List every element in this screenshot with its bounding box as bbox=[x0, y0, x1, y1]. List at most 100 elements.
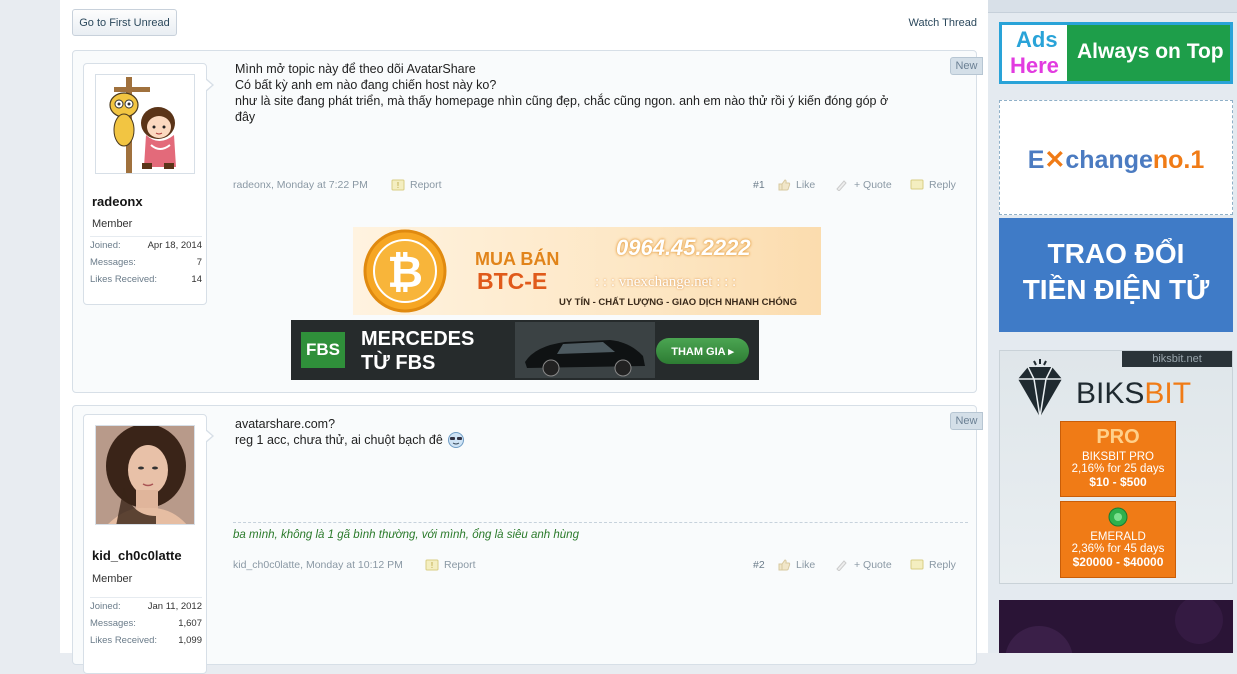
exchange-change: change bbox=[1065, 146, 1153, 174]
quote-link[interactable]: + Quote bbox=[835, 179, 892, 191]
message-line: như là site đang phát triển, mà thấy hom… bbox=[235, 94, 889, 108]
avatar[interactable] bbox=[95, 74, 195, 174]
thumbs-up-icon bbox=[778, 559, 791, 571]
reply-link[interactable]: Reply bbox=[910, 559, 956, 571]
exchange-no1-banner[interactable]: E✕changeno.1 bbox=[999, 100, 1233, 215]
banner-slogan: UY TÍN - CHẤT LƯỢNG - GIAO DỊCH NHANH CH… bbox=[559, 297, 797, 308]
username-link[interactable]: radeonx bbox=[92, 194, 143, 209]
quote-icon bbox=[836, 180, 847, 191]
stat-label: Joined: bbox=[90, 240, 121, 251]
post-number-link[interactable]: #2 bbox=[753, 559, 765, 571]
message-line-with-emoji: reg 1 acc, chưa thử, ai chuột bạch đê bbox=[235, 432, 955, 448]
go-to-first-unread-button[interactable]: Go to First Unread bbox=[72, 9, 177, 36]
like-link[interactable]: Like bbox=[777, 179, 815, 191]
diamond-logo-icon bbox=[1018, 359, 1062, 418]
stat-value: 7 bbox=[196, 257, 202, 268]
post-meta-bar: radeonx, Monday at 7:22 PM ! Report #1 L… bbox=[233, 179, 961, 195]
post-author-date[interactable]: radeonx, Monday at 7:22 PM bbox=[233, 179, 368, 191]
pro-line1: BIKSBIT PRO bbox=[1081, 451, 1154, 463]
reply-label: Reply bbox=[929, 179, 956, 191]
banner-btce: BTC-E bbox=[477, 268, 548, 294]
user-signature: ba mình, không là 1 gã bình thường, với … bbox=[233, 522, 968, 541]
message-line: Có bất kỳ anh em nào đang chiến host này… bbox=[235, 78, 497, 92]
message-line: reg 1 acc, chưa thử, ai chuột bạch đê bbox=[235, 433, 443, 447]
stat-label: Likes Received: bbox=[90, 274, 158, 285]
banner-site: : : : vnexchange.net : : : bbox=[595, 274, 737, 290]
stat-label: Likes Received: bbox=[90, 635, 158, 646]
pro-line3: $10 - $500 bbox=[1089, 475, 1147, 489]
pro-line2: 2,16% for 25 days bbox=[1071, 463, 1165, 475]
vnexchange-banner[interactable]: ₿ MUA BÁN BTC-E 0964.45.2222 : : : vnexc… bbox=[353, 227, 821, 315]
message-body: avatarshare.com? reg 1 acc, chưa thử, ai… bbox=[235, 416, 955, 448]
ads-here-banner[interactable]: Ads Here Always on Top bbox=[999, 22, 1233, 84]
avatar[interactable] bbox=[95, 425, 195, 525]
svg-text:₿: ₿ bbox=[387, 248, 423, 297]
trao-doi-line1: TRAO ĐỔI bbox=[1047, 238, 1185, 269]
sidebar-top-strip bbox=[988, 0, 1237, 13]
avatar-photo-image bbox=[96, 426, 194, 524]
post-author-date[interactable]: kid_ch0c0latte, Monday at 10:12 PM bbox=[233, 559, 403, 571]
stat-label: Messages: bbox=[90, 257, 136, 268]
reply-icon bbox=[910, 559, 924, 570]
username-link[interactable]: kid_ch0c0latte bbox=[92, 548, 182, 563]
biksbit-name-b: BIT bbox=[1144, 377, 1192, 410]
stat-value: 1,607 bbox=[178, 618, 202, 629]
emerald-line3: $20000 - $40000 bbox=[1072, 555, 1164, 569]
bitcoin-watermark-icon bbox=[1005, 600, 1223, 653]
stat-label: Messages: bbox=[90, 618, 136, 629]
userbox-arrow-fill bbox=[205, 430, 212, 442]
post-number-link[interactable]: #1 bbox=[753, 179, 765, 191]
watch-thread-link[interactable]: Watch Thread bbox=[880, 17, 977, 29]
user-title: Member bbox=[92, 573, 133, 585]
quote-label: + Quote bbox=[854, 179, 892, 191]
stat-joined: Joined: Jan 11, 2012 bbox=[90, 598, 202, 615]
user-info-box: kid_ch0c0latte Member Joined: Jan 11, 201… bbox=[83, 414, 214, 674]
like-label: Like bbox=[796, 559, 816, 571]
ads-text: Ads bbox=[1016, 27, 1058, 52]
report-label: Report bbox=[444, 559, 476, 571]
fbs-cta-button[interactable]: THAM GIA ▸ bbox=[656, 338, 749, 364]
report-icon: ! bbox=[425, 559, 439, 571]
banner-phone: 0964.45.2222 bbox=[616, 235, 751, 260]
biksbit-name: BIKSBIT bbox=[1076, 377, 1191, 411]
stat-value: Jan 11, 2012 bbox=[147, 601, 202, 612]
car-image bbox=[515, 322, 655, 378]
like-label: Like bbox=[796, 179, 816, 191]
stat-messages: Messages: 7 bbox=[90, 254, 202, 271]
like-link[interactable]: Like bbox=[777, 559, 815, 571]
emerald-gem-icon bbox=[1108, 507, 1128, 527]
fbs-line2: TỪ FBS bbox=[361, 352, 436, 374]
quote-label: + Quote bbox=[854, 559, 892, 571]
fbs-line1: MERCEDES bbox=[361, 328, 475, 350]
post-2: New kid_ch0c0latte Member Joined: Jan 11,… bbox=[72, 405, 983, 674]
biksbit-banner[interactable]: biksbit.net BIKSBIT PRO BIKSBIT PRO 2,16… bbox=[999, 350, 1233, 584]
biksbit-pro-plan: PRO BIKSBIT PRO 2,16% for 25 days $10 - … bbox=[1060, 421, 1176, 497]
stat-label: Joined: bbox=[90, 601, 121, 612]
userbox-arrow-fill bbox=[205, 79, 212, 91]
stat-likes: Likes Received: 14 bbox=[90, 271, 202, 288]
message-line: avatarshare.com? bbox=[235, 417, 336, 431]
exchange-e: E bbox=[1027, 146, 1045, 174]
message-line: đây bbox=[235, 110, 256, 124]
report-link[interactable]: ! Report bbox=[391, 179, 442, 191]
report-link[interactable]: ! Report bbox=[425, 559, 476, 571]
reply-link[interactable]: Reply bbox=[910, 179, 956, 191]
stat-joined: Joined: Apr 18, 2014 bbox=[90, 237, 202, 254]
user-stats: Joined: Apr 18, 2014 Messages: 7 Likes Rec… bbox=[90, 236, 202, 288]
stat-likes: Likes Received: 1,099 bbox=[90, 632, 202, 649]
crypto-banner-partial[interactable] bbox=[999, 600, 1233, 653]
fbs-mercedes-banner[interactable]: FBS MERCEDES TỪ FBS THAM GIA ▸ bbox=[291, 320, 759, 380]
reply-icon bbox=[910, 179, 924, 190]
quote-link[interactable]: + Quote bbox=[835, 559, 892, 571]
exchange-x-icon: ✕ bbox=[1044, 146, 1066, 174]
thumbs-up-icon bbox=[778, 179, 791, 191]
message-body: Mình mở topic này để theo dõi AvatarShar… bbox=[235, 61, 955, 125]
cool-smiley-icon bbox=[447, 432, 464, 448]
trao-doi-line2: TIỀN ĐIỆN TỬ bbox=[1022, 274, 1210, 305]
user-info-box: radeonx Member Joined: Apr 18, 2014 Messa… bbox=[83, 63, 214, 305]
trao-doi-banner[interactable]: TRAO ĐỔI TIỀN ĐIỆN TỬ bbox=[999, 218, 1233, 332]
stat-messages: Messages: 1,607 bbox=[90, 615, 202, 632]
exchange-logo: E✕changeno.1 bbox=[1000, 145, 1232, 175]
ads-here-box: Ads Here bbox=[1002, 25, 1067, 81]
emerald-line2: 2,36% for 45 days bbox=[1071, 543, 1165, 555]
